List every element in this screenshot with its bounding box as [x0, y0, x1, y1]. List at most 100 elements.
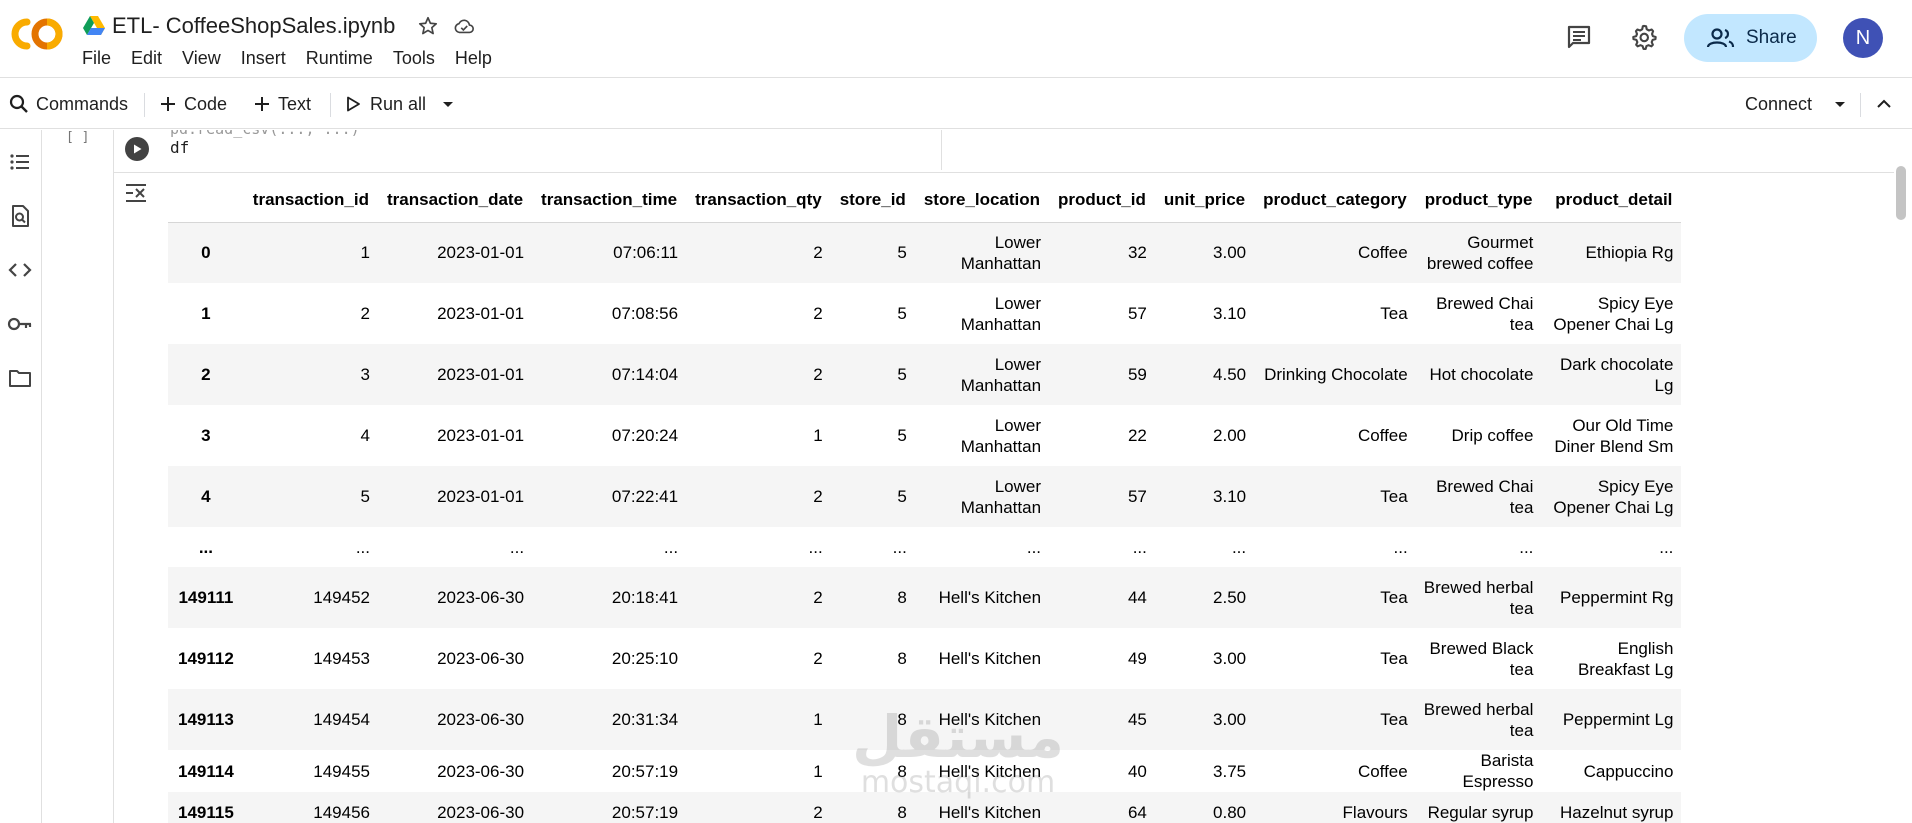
- people-icon: [1706, 28, 1735, 48]
- column-header: store_id: [830, 178, 915, 223]
- caret-down-icon: [443, 102, 453, 107]
- settings-gear-icon[interactable]: [1628, 21, 1660, 53]
- table-cell: 2023-06-30: [378, 628, 533, 689]
- toolbar-divider: [330, 93, 331, 117]
- menu-tools[interactable]: Tools: [393, 48, 435, 69]
- table-cell: Hell's Kitchen: [914, 792, 1050, 823]
- output-actions-icon[interactable]: [124, 182, 150, 204]
- table-cell: Flavours: [1254, 792, 1416, 823]
- table-cell: ...: [532, 527, 687, 567]
- collapse-header-button[interactable]: [1874, 79, 1894, 129]
- code-editor[interactable]: pd.read_csv(..., ...) df: [160, 130, 942, 170]
- vertical-scrollbar-thumb[interactable]: [1896, 166, 1906, 220]
- table-cell: Barista Espresso: [1415, 750, 1542, 792]
- comments-icon[interactable]: [1563, 21, 1595, 53]
- table-of-contents-icon[interactable]: [6, 148, 34, 176]
- table-cell: 2023-01-01: [378, 283, 533, 344]
- table-cell: Tea: [1254, 466, 1416, 527]
- table-cell: 2023-06-30: [378, 689, 533, 750]
- play-icon: [347, 96, 360, 112]
- table-cell: 2: [243, 283, 378, 344]
- table-cell: Regular syrup: [1415, 792, 1542, 823]
- table-cell: 5: [830, 222, 915, 283]
- caret-down-icon: [1835, 102, 1845, 107]
- row-index: 4: [168, 466, 244, 527]
- table-cell: Tea: [1254, 689, 1416, 750]
- menu-insert[interactable]: Insert: [241, 48, 286, 69]
- table-cell: English Breakfast Lg: [1541, 628, 1682, 689]
- code-line: df: [170, 138, 190, 157]
- table-row: 149114 149455 2023-06-30 20:57:19 1 8 Hell's K…: [168, 750, 1682, 792]
- code-snippets-icon[interactable]: [6, 256, 34, 284]
- add-code-button[interactable]: Code: [158, 79, 227, 129]
- add-text-button[interactable]: Text: [252, 79, 311, 129]
- run-cell-button[interactable]: [125, 137, 149, 161]
- index-header: [168, 178, 244, 223]
- table-cell: 2023-01-01: [378, 222, 533, 283]
- table-cell: 20:25:10: [532, 628, 687, 689]
- column-header: transaction_qty: [686, 178, 831, 223]
- add-text-label: Text: [278, 93, 312, 114]
- table-cell: Coffee: [1254, 405, 1416, 466]
- table-cell: 2023-01-01: [378, 344, 533, 405]
- connect-label: Connect: [1745, 93, 1813, 114]
- table-cell: 2: [686, 628, 831, 689]
- table-cell: 8: [830, 750, 915, 792]
- column-header: unit_price: [1154, 178, 1255, 223]
- secrets-key-icon[interactable]: [6, 310, 34, 338]
- share-label: Share: [1746, 27, 1797, 48]
- commands-button[interactable]: Commands: [8, 79, 128, 129]
- table-cell: Gourmet brewed coffee: [1415, 222, 1542, 283]
- colab-logo[interactable]: [10, 16, 64, 52]
- user-avatar[interactable]: N: [1843, 18, 1883, 58]
- menu-help[interactable]: Help: [455, 48, 492, 69]
- notebook-title[interactable]: ETL- CoffeeShopSales.ipynb: [112, 13, 395, 39]
- table-cell: 3.75: [1154, 750, 1255, 792]
- table-cell: 2023-01-01: [378, 466, 533, 527]
- table-cell: ...: [378, 527, 533, 567]
- table-cell: 2.00: [1154, 405, 1255, 466]
- find-replace-icon[interactable]: [6, 202, 34, 230]
- menu-file[interactable]: File: [82, 48, 111, 69]
- cell-gutter: [42, 130, 114, 823]
- table-cell: Coffee: [1254, 222, 1416, 283]
- table-cell: 4: [243, 405, 378, 466]
- table-cell: ...: [1541, 527, 1682, 567]
- run-options-dropdown[interactable]: [440, 79, 456, 129]
- menu-edit[interactable]: Edit: [131, 48, 162, 69]
- table-cell: 20:57:19: [532, 792, 687, 823]
- table-cell: 2023-06-30: [378, 750, 533, 792]
- table-cell: ...: [686, 527, 831, 567]
- table-cell: 2: [686, 792, 831, 823]
- table-cell: Hell's Kitchen: [914, 567, 1050, 628]
- files-folder-icon[interactable]: [6, 364, 34, 392]
- table-cell: 07:08:56: [532, 283, 687, 344]
- table-cell: 3.10: [1154, 466, 1255, 527]
- google-drive-icon[interactable]: [82, 15, 106, 37]
- table-cell: Lower Manhattan: [914, 283, 1050, 344]
- table-cell: 07:14:04: [532, 344, 687, 405]
- table-cell: 07:22:41: [532, 466, 687, 527]
- table-body: 0 1 2023-01-01 07:06:11 2 5 Lower Manhattan 32 3…: [168, 222, 1682, 823]
- share-button[interactable]: Share: [1684, 14, 1817, 62]
- table-cell: 5: [830, 405, 915, 466]
- table-cell: 1: [686, 405, 831, 466]
- table-cell: 64: [1049, 792, 1155, 823]
- column-header: transaction_time: [532, 178, 687, 223]
- table-cell: Brewed Chai tea: [1415, 283, 1542, 344]
- star-icon[interactable]: [417, 15, 439, 37]
- table-cell: 2: [686, 344, 831, 405]
- connect-button[interactable]: Connect: [1745, 79, 1812, 129]
- menu-view[interactable]: View: [182, 48, 221, 69]
- table-cell: 8: [830, 628, 915, 689]
- run-all-button[interactable]: Run all: [344, 79, 426, 129]
- table-cell: Tea: [1254, 628, 1416, 689]
- table-row: ....................................: [168, 527, 1682, 567]
- table-cell: Hell's Kitchen: [914, 628, 1050, 689]
- connect-options-dropdown[interactable]: [1832, 79, 1848, 129]
- cloud-saved-icon[interactable]: [453, 15, 475, 37]
- table-cell: 59: [1049, 344, 1155, 405]
- menu-runtime[interactable]: Runtime: [306, 48, 373, 69]
- table-cell: 2023-01-01: [378, 405, 533, 466]
- plus-icon: [255, 97, 269, 111]
